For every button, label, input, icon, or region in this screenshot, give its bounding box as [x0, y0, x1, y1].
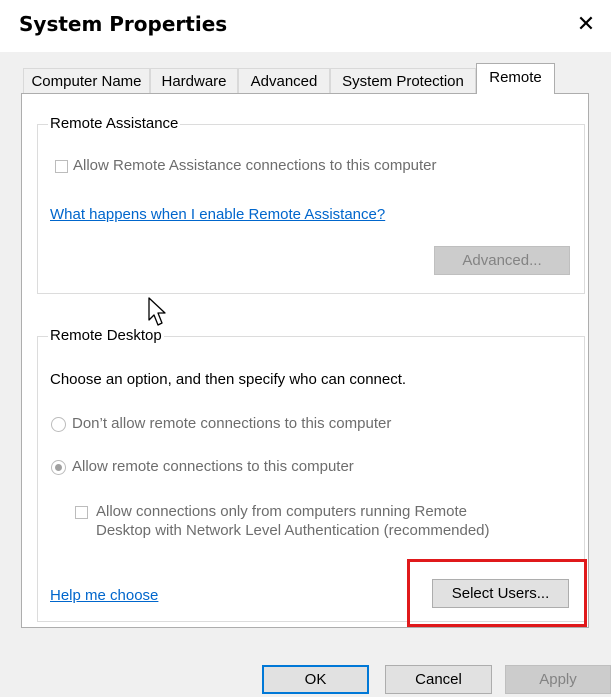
- radio-selected-dot: [55, 464, 62, 471]
- ok-button[interactable]: OK: [262, 665, 369, 694]
- nla-checkbox[interactable]: [75, 506, 88, 519]
- radio-allow-remote-label: Allow remote connections to this compute…: [72, 458, 354, 475]
- arrow-cursor-icon: [148, 297, 166, 326]
- radio-disallow-remote[interactable]: [51, 417, 66, 432]
- advanced-button[interactable]: Advanced...: [434, 246, 570, 275]
- tab-computer-name[interactable]: Computer Name: [23, 68, 150, 94]
- remote-assistance-help-link[interactable]: What happens when I enable Remote Assist…: [50, 206, 385, 224]
- window-title: System Properties: [19, 12, 228, 36]
- close-icon[interactable]: ✕: [571, 10, 601, 40]
- tab-hardware[interactable]: Hardware: [150, 68, 238, 94]
- allow-remote-assistance-checkbox[interactable]: [55, 160, 68, 173]
- remote-desktop-instruction: Choose an option, and then specify who c…: [50, 371, 407, 388]
- remote-desktop-legend: Remote Desktop: [48, 327, 164, 344]
- nla-label-line1: Allow connections only from computers ru…: [96, 503, 468, 520]
- tab-remote[interactable]: Remote: [476, 63, 555, 94]
- tab-system-protection[interactable]: System Protection: [330, 68, 476, 94]
- help-me-choose-link[interactable]: Help me choose: [50, 587, 158, 605]
- remote-assistance-legend: Remote Assistance: [48, 115, 181, 132]
- nla-label-line2: Desktop with Network Level Authenticatio…: [96, 522, 490, 539]
- apply-button[interactable]: Apply: [505, 665, 611, 694]
- select-users-highlight: [407, 559, 587, 627]
- tab-advanced[interactable]: Advanced: [238, 68, 330, 94]
- cancel-button[interactable]: Cancel: [385, 665, 492, 694]
- allow-remote-assistance-label: Allow Remote Assistance connections to t…: [73, 157, 437, 174]
- title-bar: System Properties ✕: [0, 0, 611, 52]
- radio-allow-remote[interactable]: [51, 460, 66, 475]
- radio-disallow-remote-label: Don’t allow remote connections to this c…: [72, 415, 392, 432]
